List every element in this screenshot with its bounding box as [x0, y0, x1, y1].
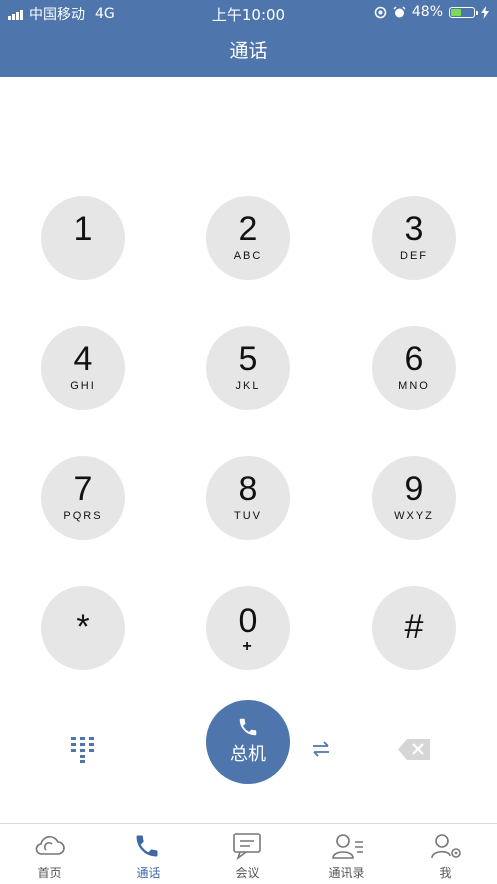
key-2[interactable]: 2 ABC: [206, 196, 290, 280]
key-letters: WXYZ: [394, 510, 434, 522]
key-digit: #: [404, 608, 424, 646]
key-9[interactable]: 9 WXYZ: [372, 456, 456, 540]
key-6[interactable]: 6 MNO: [372, 326, 456, 410]
tab-label: 通讯录: [328, 866, 365, 880]
key-star[interactable]: *: [41, 586, 125, 670]
key-letters: JKL: [235, 380, 261, 392]
tab-meeting[interactable]: 会议: [198, 824, 297, 884]
key-letters: DEF: [400, 250, 428, 262]
call-button-label: 总机: [230, 744, 266, 765]
key-digit: *: [76, 608, 90, 646]
backspace-icon[interactable]: [398, 739, 430, 760]
key-letters: ABC: [233, 250, 263, 262]
tab-call[interactable]: 通话: [99, 824, 198, 884]
key-hash[interactable]: #: [372, 586, 456, 670]
contacts-icon: [332, 834, 363, 859]
nav-bar: 通话: [0, 26, 497, 77]
battery-percent: 48%: [411, 4, 443, 20]
call-button[interactable]: 总机: [206, 700, 290, 784]
tab-label: 会议: [235, 866, 260, 880]
orientation-lock-icon: [374, 6, 387, 18]
key-letters: MNO: [398, 380, 430, 392]
user-settings-icon: [431, 834, 461, 859]
tab-me[interactable]: 我: [396, 824, 495, 884]
key-digit: 7: [73, 470, 93, 508]
key-digit: 6: [404, 340, 424, 378]
key-digit: 4: [73, 340, 93, 378]
tab-label: 通话: [136, 866, 161, 880]
tab-bar: 首页 通话 会议 通讯录 我: [0, 823, 497, 884]
key-5[interactable]: 5 JKL: [206, 326, 290, 410]
charging-icon: [481, 5, 489, 19]
key-letters: TUV: [234, 510, 262, 522]
key-0[interactable]: 0 +: [206, 586, 290, 670]
tab-label: 我: [439, 866, 452, 880]
key-digit: 1: [73, 210, 93, 248]
battery-icon: [449, 6, 478, 18]
key-digit: 9: [404, 470, 424, 508]
key-7[interactable]: 7 PQRS: [41, 456, 125, 540]
key-3[interactable]: 3 DEF: [372, 196, 456, 280]
tab-contacts[interactable]: 通讯录: [297, 824, 396, 884]
key-4[interactable]: 4 GHI: [41, 326, 125, 410]
phone-icon: [239, 718, 257, 736]
key-digit: 3: [404, 210, 424, 248]
key-digit: 5: [238, 340, 258, 378]
key-letters: +: [242, 638, 254, 655]
tab-home[interactable]: 首页: [0, 824, 99, 884]
key-letters: PQRS: [63, 510, 103, 522]
keypad-icon[interactable]: [70, 736, 96, 764]
key-letters: GHI: [70, 380, 96, 392]
key-digit: 2: [238, 210, 258, 248]
key-digit: 0: [238, 602, 258, 640]
key-1[interactable]: 1: [41, 196, 125, 280]
phone-icon: [136, 835, 158, 857]
cloud-icon: [35, 836, 65, 855]
key-digit: 8: [238, 470, 258, 508]
key-8[interactable]: 8 TUV: [206, 456, 290, 540]
chat-icon: [233, 833, 261, 860]
alarm-icon: [393, 5, 406, 17]
status-bar: 中国移动 4G 上午10:00 48%: [0, 0, 497, 26]
status-right: 48%: [374, 4, 489, 20]
swap-arrows-icon[interactable]: [311, 740, 331, 758]
page-title: 通话: [229, 40, 268, 62]
tab-label: 首页: [37, 866, 62, 880]
